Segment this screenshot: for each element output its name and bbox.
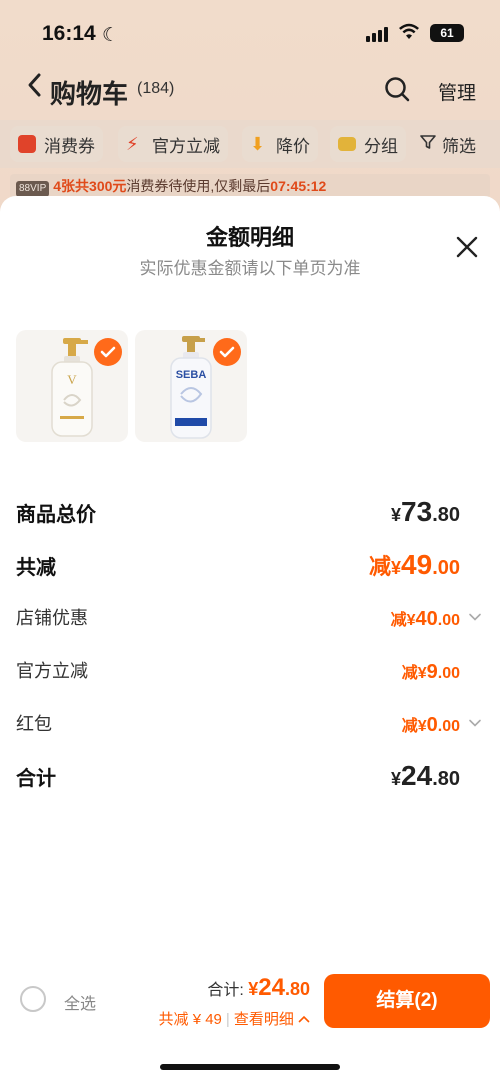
sheet-title: 金额明细 <box>205 225 294 250</box>
subtotal-label: 商品总价 <box>16 504 96 526</box>
banner-countdown: 07:45:12 <box>270 178 327 194</box>
grand-total-value: ¥24.80 <box>391 760 460 791</box>
svg-text:SEBA: SEBA <box>176 369 207 381</box>
grand-total-label: 合计 <box>16 768 56 790</box>
chip-label: 降价 <box>276 136 310 156</box>
checkout-bar: 全选 合计: ¥24.80 共减 ¥ 49 | 查看明细 结算(2) <box>0 960 500 1040</box>
moon-icon: ☾ <box>102 25 120 46</box>
wifi-icon <box>398 23 420 47</box>
sheet-subtitle: 实际优惠金额请以下单页为准 <box>139 259 361 278</box>
lightning-icon: ⚡ <box>126 134 139 154</box>
coupon-icon <box>18 135 36 153</box>
search-icon[interactable] <box>384 76 410 102</box>
total-discount-value: 减¥49.00 <box>369 549 460 580</box>
coupon-banner[interactable]: 88VIP 4张共300元消费券待使用,仅剩最后07:45:12 <box>10 174 490 198</box>
selected-check-icon[interactable] <box>213 338 241 366</box>
chip-filter[interactable]: 筛选 <box>412 126 484 162</box>
folder-icon <box>338 137 356 151</box>
manage-button[interactable]: 管理 <box>438 78 476 105</box>
subtotal-row: 商品总价 ¥73.80 <box>16 496 484 530</box>
official-discount-label: 官方立减 <box>16 661 88 681</box>
status-time: 16:14 <box>42 22 96 45</box>
status-bar: 16:14 ☾ 61 <box>0 18 500 52</box>
store-discount-label: 店铺优惠 <box>16 608 88 628</box>
select-all-label[interactable]: 全选 <box>64 990 96 1014</box>
banner-highlight: 4张共300元 <box>53 178 127 194</box>
chip-coupons[interactable]: 消费券 <box>10 126 103 162</box>
store-discount-value: 减¥40.00 <box>390 608 460 630</box>
total-discount-row: 共减 减¥49.00 <box>16 549 484 583</box>
view-details-link[interactable]: 查看明细 <box>234 1011 294 1028</box>
signal-icon <box>366 26 392 42</box>
chip-label: 消费券 <box>44 136 95 156</box>
red-packet-row[interactable]: 红包 减¥0.00 <box>16 708 484 742</box>
chevron-up-icon <box>298 1015 310 1023</box>
chip-group[interactable]: 分组 <box>330 126 406 162</box>
vip-badge: 88VIP <box>16 181 50 197</box>
page-title: 购物车 <box>50 79 129 109</box>
home-indicator <box>160 1064 340 1070</box>
subtotal-value: ¥73.80 <box>391 496 460 527</box>
back-icon[interactable] <box>26 72 42 105</box>
chevron-down-icon[interactable] <box>468 716 482 730</box>
chip-label: 官方立减 <box>152 136 220 156</box>
cart-count: (184) <box>137 80 175 97</box>
amount-details-sheet: 金额明细 实际优惠金额请以下单页为准 V SEBA 商品总价 ¥73.80 共减… <box>0 196 500 1082</box>
cart-navbar: 购物车 (184) 管理 <box>0 70 500 110</box>
total-discount-label: 共减 <box>16 557 56 579</box>
red-packet-value: 减¥0.00 <box>401 714 460 736</box>
red-packet-label: 红包 <box>16 714 52 734</box>
grand-total-row: 合计 ¥24.80 <box>16 760 484 794</box>
footer-total: 合计: ¥24.80 <box>207 974 310 1001</box>
checkout-button[interactable]: 结算(2) <box>324 974 490 1028</box>
chevron-down-icon[interactable] <box>468 610 482 624</box>
battery-icon: 61 <box>430 24 464 42</box>
chip-label: 分组 <box>364 136 398 156</box>
official-discount-value: 减¥9.00 <box>401 661 460 683</box>
store-discount-row[interactable]: 店铺优惠 减¥40.00 <box>16 602 484 636</box>
banner-text: 消费券待使用,仅剩最后 <box>126 178 271 194</box>
chip-label: 筛选 <box>442 136 476 156</box>
arrow-down-icon: ⬇ <box>250 134 266 154</box>
savings-text: 共减 ¥ 49 <box>158 1011 222 1028</box>
product-thumbnail[interactable]: SEBA <box>135 330 247 442</box>
selected-check-icon[interactable] <box>94 338 122 366</box>
footer-savings[interactable]: 共减 ¥ 49 | 查看明细 <box>159 1008 310 1029</box>
close-icon[interactable] <box>454 234 480 260</box>
chip-price-drop[interactable]: ⬇ 降价 <box>242 126 318 162</box>
official-discount-row: 官方立减 减¥9.00 <box>16 655 484 689</box>
filter-icon <box>420 134 436 155</box>
chip-official-discount[interactable]: ⚡ 官方立减 <box>118 126 228 162</box>
select-all-radio[interactable] <box>20 986 46 1012</box>
product-thumbnail[interactable]: V <box>16 330 128 442</box>
svg-text:V: V <box>67 372 77 387</box>
filter-chips: 消费券 ⚡ 官方立减 ⬇ 降价 分组 筛选 <box>0 120 500 168</box>
